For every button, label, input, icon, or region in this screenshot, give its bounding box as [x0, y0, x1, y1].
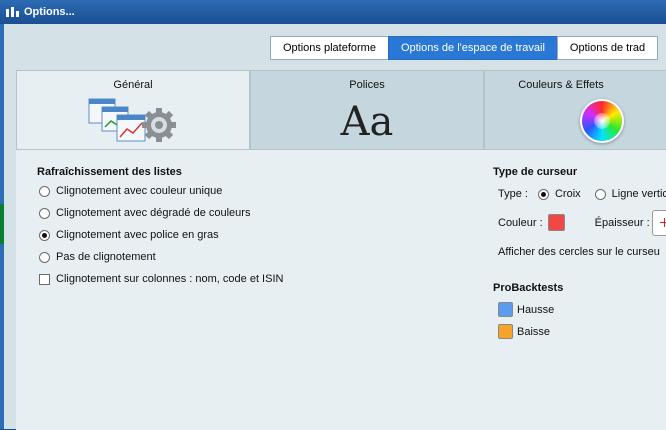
checkbox-label: Clignotement sur colonnes : nom, code et… [56, 273, 284, 285]
tab-trading-options[interactable]: Options de trad [556, 36, 659, 60]
cursor-color-label: Couleur : [498, 216, 543, 229]
refresh-option-gradient[interactable]: Clignotement avec dégradé de couleurs [39, 207, 250, 219]
cursor-type-vertical-label: Ligne vertic [611, 188, 666, 200]
option-label: Clignotement avec dégradé de couleurs [56, 207, 251, 219]
cursor-heading: Type de curseur [493, 166, 578, 178]
app-icon [6, 7, 19, 17]
tab-fonts[interactable]: Polices Aa [250, 70, 484, 149]
tab-fonts-label: Polices [349, 79, 385, 91]
tab-general[interactable]: Général [16, 70, 250, 151]
font-preview-icon: Aa [340, 99, 394, 145]
refresh-option-single-color[interactable]: Clignotement avec couleur unique [39, 185, 222, 197]
baisse-color-swatch[interactable] [498, 324, 513, 339]
columns-checkbox[interactable] [39, 273, 50, 285]
section-tab-bar: Général Polices Aa Couleurs & Effets [16, 70, 666, 151]
radio-button[interactable] [39, 251, 50, 263]
tab-platform-options[interactable]: Options plateforme [270, 36, 389, 60]
tab-colors-effects-label: Couleurs & Effets [518, 79, 604, 91]
cursor-thickness-select[interactable] [652, 210, 666, 236]
hausse-label: Hausse [517, 303, 555, 316]
windows-gear-icon [88, 98, 176, 142]
option-label: Clignotement avec police en gras [56, 229, 219, 241]
cursor-thickness-label: Épaisseur : [594, 216, 650, 229]
baisse-label: Baisse [517, 325, 551, 338]
option-label: Pas de clignotement [56, 251, 156, 263]
color-wheel-icon [582, 101, 622, 141]
top-tab-bar: Options plateforme Options de l'espace d… [270, 36, 659, 60]
cursor-type-row: Type : Croix Ligne vertic [498, 188, 666, 200]
options-window: Options plateforme Options de l'espace d… [4, 24, 666, 430]
cursor-type-label: Type : [498, 188, 528, 200]
tab-general-label: Général [113, 79, 153, 91]
general-panel: Rafraîchissement des listes Clignotement… [16, 149, 666, 430]
cursor-type-cross-label: Croix [554, 188, 581, 200]
columns-checkbox-row[interactable]: Clignotement sur colonnes : nom, code et… [39, 273, 283, 285]
cursor-circles-label: Afficher des cercles sur le curseu [498, 246, 660, 258]
cursor-type-cross-radio[interactable] [537, 188, 549, 200]
refresh-heading: Rafraîchissement des listes [37, 166, 182, 178]
refresh-option-none[interactable]: Pas de clignotement [39, 251, 156, 263]
cursor-color-row: Couleur : Épaisseur : [498, 214, 650, 231]
radio-button[interactable] [39, 185, 50, 197]
probacktests-heading: ProBacktests [493, 282, 564, 294]
tab-workspace-options[interactable]: Options de l'espace de travail [387, 36, 558, 60]
radio-button[interactable] [39, 207, 50, 219]
title-bar: Options... [0, 0, 666, 24]
probacktests-baisse-row: Baisse [498, 324, 550, 339]
radio-button-selected[interactable] [39, 229, 50, 241]
option-label: Clignotement avec couleur unique [56, 185, 223, 197]
probacktests-hausse-row: Hausse [498, 302, 554, 317]
hausse-color-swatch[interactable] [498, 302, 513, 317]
refresh-option-bold[interactable]: Clignotement avec police en gras [39, 229, 219, 241]
cursor-type-vertical-radio[interactable] [594, 188, 606, 200]
tab-colors-effects[interactable]: Couleurs & Effets [484, 70, 666, 149]
cursor-color-swatch[interactable] [547, 214, 565, 231]
window-title: Options... [24, 6, 75, 18]
